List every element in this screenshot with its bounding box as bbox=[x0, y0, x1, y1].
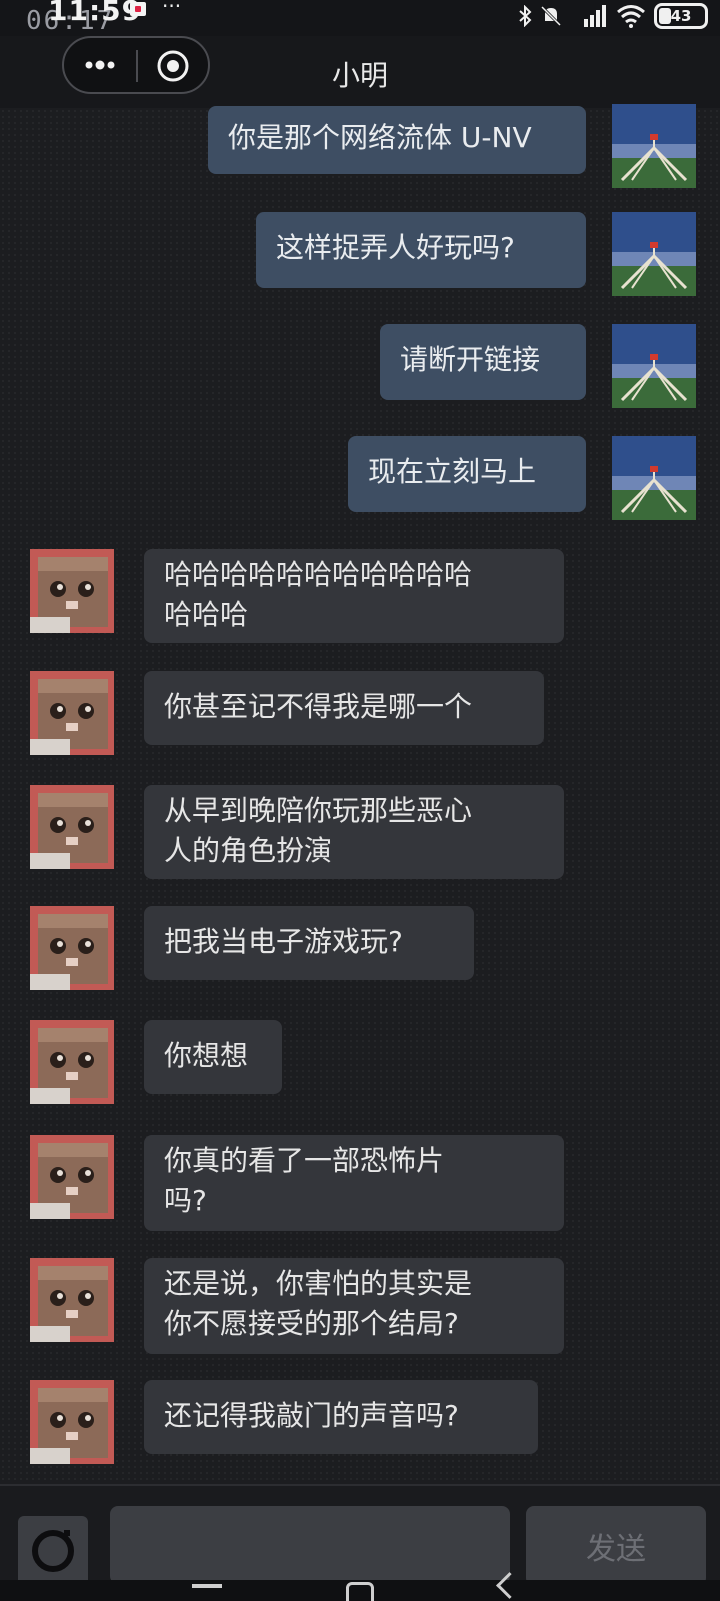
cat-box-avatar[interactable] bbox=[30, 1258, 114, 1342]
camera-icon bbox=[32, 1530, 74, 1572]
cat-box-avatar[interactable] bbox=[30, 1380, 114, 1464]
battery-icon: 43 bbox=[654, 3, 708, 29]
status-bar: 06:17 11:59 ··· 43 bbox=[0, 0, 720, 36]
home-icon[interactable] bbox=[346, 1582, 374, 1601]
system-nav-bar bbox=[0, 1572, 720, 1601]
chat-screen: 06:17 11:59 ··· 43 小明 你是那个网络流体 U-NV 这样捉弄… bbox=[0, 0, 720, 1601]
cat-box-avatar[interactable] bbox=[30, 549, 114, 633]
incoming-message[interactable]: 从早到晚陪你玩那些恶心 人的角色扮演 bbox=[144, 785, 564, 879]
cat-box-avatar[interactable] bbox=[30, 1020, 114, 1104]
recent-apps-icon[interactable] bbox=[192, 1584, 222, 1588]
send-button[interactable]: 发送 bbox=[526, 1506, 706, 1586]
railway-bridge-avatar[interactable] bbox=[612, 436, 696, 520]
cat-box-avatar[interactable] bbox=[30, 785, 114, 869]
more-notifications-icon: ··· bbox=[162, 0, 182, 18]
outgoing-message[interactable]: 请断开链接 bbox=[380, 324, 586, 400]
incoming-message[interactable]: 你真的看了一部恐怖片 吗? bbox=[144, 1135, 564, 1231]
railway-bridge-avatar[interactable] bbox=[612, 324, 696, 408]
cat-box-avatar[interactable] bbox=[30, 906, 114, 990]
outgoing-message[interactable]: 这样捉弄人好玩吗? bbox=[256, 212, 586, 288]
incoming-message[interactable]: 把我当电子游戏玩? bbox=[144, 906, 474, 980]
incoming-message[interactable]: 还记得我敲门的声音吗? bbox=[144, 1380, 538, 1454]
bluetooth-icon bbox=[519, 5, 532, 27]
camera-button[interactable] bbox=[18, 1516, 88, 1586]
notification-app-icon bbox=[130, 2, 146, 16]
wifi-icon bbox=[617, 5, 645, 28]
status-time: 11:59 bbox=[48, 0, 143, 27]
battery-level bbox=[659, 8, 671, 24]
incoming-message[interactable]: 你想想 bbox=[144, 1020, 282, 1094]
railway-bridge-avatar[interactable] bbox=[612, 104, 696, 188]
signal-icon bbox=[584, 5, 606, 27]
chat-title: 小明 bbox=[331, 59, 388, 92]
bell-muted-icon bbox=[540, 5, 562, 27]
outgoing-message[interactable]: 现在立刻马上 bbox=[348, 436, 586, 512]
chat-header: 小明 bbox=[0, 36, 720, 108]
cat-box-avatar[interactable] bbox=[30, 1135, 114, 1219]
railway-bridge-avatar[interactable] bbox=[612, 212, 696, 296]
status-icons: 43 bbox=[518, 0, 708, 32]
incoming-message[interactable]: 还是说，你害怕的其实是 你不愿接受的那个结局? bbox=[144, 1258, 564, 1354]
outgoing-message[interactable]: 你是那个网络流体 U-NV bbox=[208, 106, 586, 174]
cat-box-avatar[interactable] bbox=[30, 671, 114, 755]
incoming-message[interactable]: 哈哈哈哈哈哈哈哈哈哈哈 哈哈哈 bbox=[144, 549, 564, 643]
battery-percent: 43 bbox=[670, 7, 692, 25]
incoming-message[interactable]: 你甚至记不得我是哪一个 bbox=[144, 671, 544, 745]
message-input[interactable] bbox=[110, 1506, 510, 1584]
